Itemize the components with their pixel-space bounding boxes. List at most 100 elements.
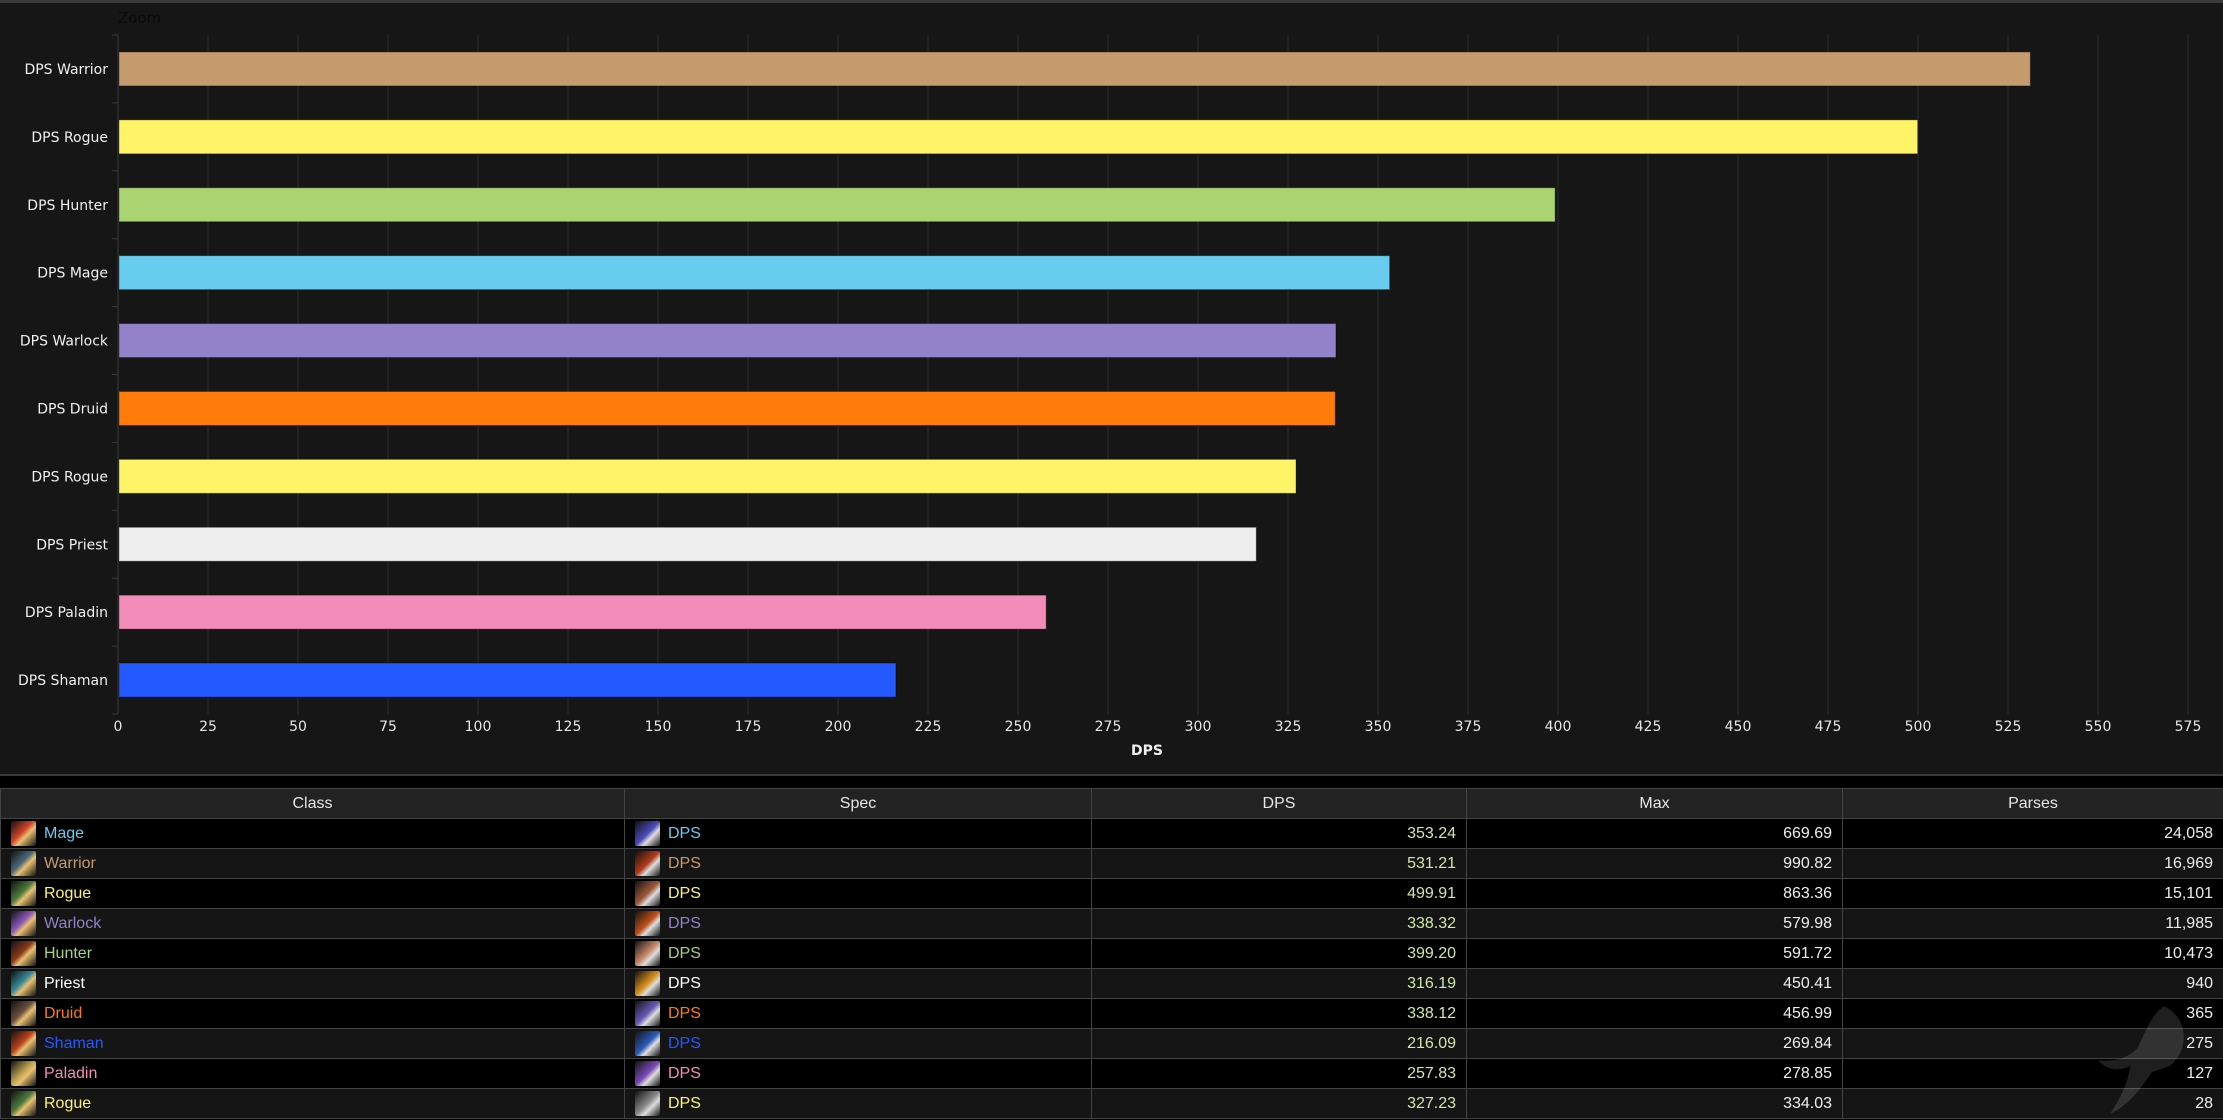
spec-cell: DPS xyxy=(624,998,1092,1029)
bar xyxy=(118,594,1047,630)
bar xyxy=(118,323,1337,359)
table-row[interactable]: Rogue DPS 327.23 334.03 28 xyxy=(0,1088,2223,1119)
dps-table-container: Class Spec DPS Max Parses Mage DPS 353.24 6… xyxy=(0,788,2223,1119)
parses-value: 11,985 xyxy=(1842,908,2223,939)
class-name-link[interactable]: Hunter xyxy=(44,945,92,963)
dps-table: Class Spec DPS Max Parses Mage DPS 353.24 6… xyxy=(0,788,2223,1119)
max-value: 456.99 xyxy=(1466,998,1843,1029)
dps-value: 257.83 xyxy=(1091,1058,1467,1089)
balance-spec-icon xyxy=(635,1001,660,1026)
mage-class-icon xyxy=(11,821,36,846)
class-cell: Shaman xyxy=(0,1028,625,1059)
spec-name-link[interactable]: DPS xyxy=(668,1065,701,1083)
dps-value: 338.12 xyxy=(1091,998,1467,1029)
column-header-dps[interactable]: DPS xyxy=(1091,788,1467,819)
category-label: DPS Warlock xyxy=(20,334,109,350)
druid-class-icon xyxy=(11,1001,36,1026)
parses-value: 940 xyxy=(1842,968,2223,999)
warrior-class-icon xyxy=(11,851,36,876)
class-cell: Rogue xyxy=(0,878,625,909)
table-row[interactable]: Mage DPS 353.24 669.69 24,058 xyxy=(0,818,2223,849)
paladin-class-icon xyxy=(11,1061,36,1086)
column-header-max[interactable]: Max xyxy=(1466,788,1843,819)
parses-value: 24,058 xyxy=(1842,818,2223,849)
class-cell: Mage xyxy=(0,818,625,849)
bar xyxy=(118,458,1297,494)
spec-name-link[interactable]: DPS xyxy=(668,915,701,933)
x-tick-label: 250 xyxy=(1005,719,1032,735)
class-name-link[interactable]: Rogue xyxy=(44,1095,91,1113)
warlock-class-icon xyxy=(11,911,36,936)
max-value: 591.72 xyxy=(1466,938,1843,969)
chart-divider xyxy=(0,774,2223,776)
class-name-link[interactable]: Paladin xyxy=(44,1065,97,1083)
parses-value: 15,101 xyxy=(1842,878,2223,909)
bar xyxy=(118,255,1391,291)
table-row[interactable]: Druid DPS 338.12 456.99 365 xyxy=(0,998,2223,1029)
table-row[interactable]: Warlock DPS 338.32 579.98 11,985 xyxy=(0,908,2223,939)
x-tick-label: 25 xyxy=(199,719,217,735)
class-cell: Hunter xyxy=(0,938,625,969)
class-cell: Druid xyxy=(0,998,625,1029)
column-header-class[interactable]: Class xyxy=(0,788,625,819)
spec-name-link[interactable]: DPS xyxy=(668,975,701,993)
shadow-spec-icon xyxy=(635,971,660,996)
x-tick-label: 575 xyxy=(2175,719,2202,735)
spec-name-link[interactable]: DPS xyxy=(668,885,701,903)
spec-name-link[interactable]: DPS xyxy=(668,945,701,963)
x-tick-label: 300 xyxy=(1185,719,1212,735)
table-row[interactable]: Priest DPS 316.19 450.41 940 xyxy=(0,968,2223,999)
table-row[interactable]: Warrior DPS 531.21 990.82 16,969 xyxy=(0,848,2223,879)
zoom-label[interactable]: Zoom xyxy=(118,9,161,27)
spec-cell: DPS xyxy=(624,878,1092,909)
spec-name-link[interactable]: DPS xyxy=(668,1005,701,1023)
x-tick-label: 400 xyxy=(1545,719,1572,735)
x-tick-label: 325 xyxy=(1275,719,1302,735)
parses-value: 16,969 xyxy=(1842,848,2223,879)
parses-value: 365 xyxy=(1842,998,2223,1029)
chart-canvas: Zoom DPS Warrior DPS Rogue DPS Hunter DPS Ma… xyxy=(18,9,2202,759)
x-tick-label: 175 xyxy=(735,719,762,735)
class-name-link[interactable]: Warrior xyxy=(44,855,96,873)
spec-cell: DPS xyxy=(624,1088,1092,1119)
dps-value: 338.32 xyxy=(1091,908,1467,939)
table-row[interactable]: Hunter DPS 399.20 591.72 10,473 xyxy=(0,938,2223,969)
class-name-link[interactable]: Druid xyxy=(44,1005,82,1023)
x-tick-label: 225 xyxy=(915,719,942,735)
x-axis-title: DPS xyxy=(1131,743,1163,759)
category-label: DPS Mage xyxy=(37,266,108,282)
spec-name-link[interactable]: DPS xyxy=(668,1095,701,1113)
spec-cell: DPS xyxy=(624,938,1092,969)
class-name-link[interactable]: Mage xyxy=(44,825,84,843)
max-value: 269.84 xyxy=(1466,1028,1843,1059)
column-header-parses[interactable]: Parses xyxy=(1842,788,2223,819)
hunter-class-icon xyxy=(11,941,36,966)
parses-value: 28 xyxy=(1842,1088,2223,1119)
max-value: 450.41 xyxy=(1466,968,1843,999)
category-label: DPS Rogue xyxy=(31,469,108,485)
class-name-link[interactable]: Priest xyxy=(44,975,85,993)
spec-name-link[interactable]: DPS xyxy=(668,1035,701,1053)
table-row[interactable]: Shaman DPS 216.09 269.84 275 xyxy=(0,1028,2223,1059)
fury-spec-icon xyxy=(635,851,660,876)
x-tick-label: 75 xyxy=(379,719,397,735)
class-name-link[interactable]: Warlock xyxy=(44,915,101,933)
column-header-spec[interactable]: Spec xyxy=(624,788,1092,819)
dps-value: 399.20 xyxy=(1091,938,1467,969)
x-tick-label: 50 xyxy=(289,719,307,735)
marksmanship-spec-icon xyxy=(635,941,660,966)
x-tick-label: 0 xyxy=(114,719,123,735)
x-tick-label: 525 xyxy=(1995,719,2022,735)
dps-value: 531.21 xyxy=(1091,848,1467,879)
class-name-link[interactable]: Shaman xyxy=(44,1035,104,1053)
spec-name-link[interactable]: DPS xyxy=(668,825,701,843)
spec-cell: DPS xyxy=(624,818,1092,849)
table-row[interactable]: Paladin DPS 257.83 278.85 127 xyxy=(0,1058,2223,1089)
spec-name-link[interactable]: DPS xyxy=(668,855,701,873)
class-name-link[interactable]: Rogue xyxy=(44,885,91,903)
class-cell: Warlock xyxy=(0,908,625,939)
table-row[interactable]: Rogue DPS 499.91 863.36 15,101 xyxy=(0,878,2223,909)
max-value: 669.69 xyxy=(1466,818,1843,849)
combat-spec-icon xyxy=(635,881,660,906)
dps-value: 316.19 xyxy=(1091,968,1467,999)
